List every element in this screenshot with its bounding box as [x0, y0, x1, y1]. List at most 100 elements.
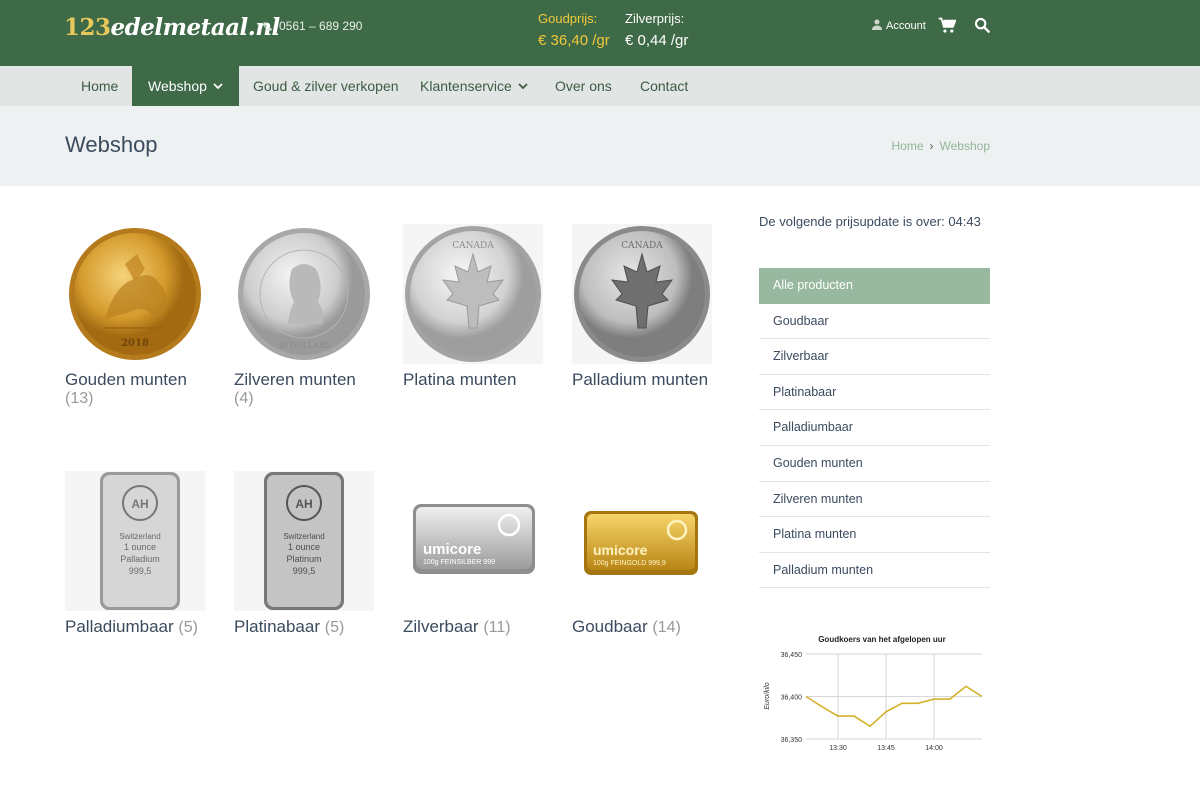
user-icon	[872, 19, 882, 30]
bar-brand: umicore	[423, 541, 481, 558]
phone-number[interactable]: 0561 – 689 290	[262, 19, 362, 33]
bar-text-line: 100g FEINGOLD 999,9	[593, 560, 666, 567]
svg-text:AH: AH	[131, 497, 148, 511]
nav-klantenservice[interactable]: Klantenservice	[404, 66, 544, 106]
chart-x-tick-label: 13:30	[829, 745, 847, 752]
product-name-line: Zilverbaar (11)	[403, 617, 548, 637]
gold-price: Goudprijs: € 36,40 /gr	[538, 11, 610, 49]
category-item-goudbaar[interactable]: Goudbaar	[759, 304, 990, 340]
coin-country: CANADA	[452, 241, 494, 251]
nav-home[interactable]: Home	[65, 66, 134, 106]
product-name: Platinabaar	[234, 617, 321, 636]
product-name: Zilveren munten	[234, 370, 356, 389]
chart-y-tick-label: 36,450	[781, 652, 803, 659]
nav-klantenservice-label: Klantenservice	[420, 78, 512, 94]
breadcrumb-current: Webshop	[939, 139, 990, 153]
product-goudbaar[interactable]: umicore 100g FEINGOLD 999,9 Goudbaar (14…	[572, 471, 717, 637]
category-item-alle-producten[interactable]: Alle producten	[759, 268, 990, 304]
nav-over-ons-label: Over ons	[555, 78, 612, 94]
platinum-bar-icon: AH Switzerland 1 ounce Platinum 999,5	[234, 471, 374, 611]
category-item-palladium-munten[interactable]: Palladium munten	[759, 553, 990, 589]
coin-year: 2018	[121, 338, 149, 349]
phone-text: 0561 – 689 290	[279, 19, 363, 33]
gold-coin-icon: 2018	[69, 228, 201, 360]
product-count: (14)	[652, 619, 681, 636]
product-name: Palladiumbaar	[65, 617, 174, 636]
product-count: (4)	[234, 390, 254, 407]
cart-icon	[938, 17, 957, 33]
product-count: (5)	[324, 619, 345, 636]
product-gouden-munten[interactable]: 2018 Gouden munten (13)	[65, 224, 210, 408]
bar-text-line: Switzerland	[283, 532, 324, 541]
bar-brand: umicore	[593, 542, 648, 558]
bar-text-line: 999,5	[293, 566, 316, 576]
product-platina-munten[interactable]: CANADA Platina munten	[403, 224, 548, 390]
chart-x-tick-label: 13:45	[877, 745, 895, 752]
nav-over-ons[interactable]: Over ons	[539, 66, 628, 106]
nav-contact[interactable]: Contact	[624, 66, 704, 106]
category-item-platinabaar[interactable]: Platinabaar	[759, 375, 990, 411]
palladium-coin-icon: CANADA	[572, 224, 712, 364]
breadcrumb-home[interactable]: Home	[892, 139, 924, 153]
product-name: Palladium munten	[572, 370, 709, 389]
product-palladiumbaar[interactable]: AH Switzerland 1 ounce Palladium 999,5 P…	[65, 471, 210, 637]
product-count: (13)	[65, 390, 94, 407]
chart-y-tick-label: 36,400	[781, 695, 803, 702]
bar-text-line: 100g FEINSILBER 999	[423, 559, 495, 566]
page-header: Webshop Home › Webshop	[0, 106, 1200, 186]
chevron-down-icon	[518, 83, 528, 90]
category-item-zilverbaar[interactable]: Zilverbaar	[759, 339, 990, 375]
phone-icon	[263, 22, 272, 31]
product-zilveren-munten[interactable]: 30 DOLLARS Zilveren munten (4)	[234, 224, 379, 408]
logo-text: edelmetaal.nl	[110, 14, 281, 41]
account-link[interactable]: Account	[872, 19, 926, 32]
main-nav: Home Webshop Goud & zilver verkopen Klan…	[0, 66, 1200, 106]
cart-button[interactable]	[938, 17, 957, 39]
coin-country: CANADA	[621, 241, 663, 251]
product-name-line: Goudbaar (14)	[572, 617, 717, 637]
gold-price-chart: Goudkoers van het afgelopen uur Euro/kil…	[764, 635, 983, 752]
product-zilverbaar[interactable]: umicore 100g FEINSILBER 999 Zilverbaar (…	[403, 471, 548, 637]
site-logo[interactable]: 123edelmetaal.nl	[64, 14, 280, 41]
category-item-palladiumbaar[interactable]: Palladiumbaar	[759, 410, 990, 446]
search-button[interactable]	[974, 17, 990, 38]
platinum-coin-icon: CANADA	[403, 224, 543, 364]
nav-home-label: Home	[81, 78, 119, 94]
product-name: Platina munten	[403, 370, 517, 389]
silver-price-label: Zilverprijs:	[625, 11, 685, 26]
product-name-line: Platinabaar (5)	[234, 617, 379, 637]
gold-bar-icon: umicore 100g FEINGOLD 999,9	[584, 511, 698, 575]
product-count: (11)	[483, 619, 511, 636]
bar-text-line: Palladium	[120, 554, 160, 564]
nav-contact-label: Contact	[640, 78, 689, 94]
bar-text-line: Switzerland	[119, 532, 160, 541]
silver-price-value: € 0,44 /gr	[625, 32, 689, 49]
logo-number: 123	[64, 14, 111, 41]
gold-price-value: € 36,40 /gr	[538, 32, 610, 49]
product-name: Goudbaar	[572, 617, 648, 636]
silver-price: Zilverprijs: € 0,44 /gr	[625, 11, 688, 49]
chart-y-tick-label: 36,350	[781, 737, 803, 744]
nav-webshop[interactable]: Webshop	[132, 66, 239, 106]
category-item-zilveren-munten[interactable]: Zilveren munten	[759, 482, 990, 518]
silver-coin-icon: 30 DOLLARS	[238, 228, 370, 360]
breadcrumb: Home › Webshop	[892, 139, 991, 153]
product-name: Zilverbaar	[403, 617, 479, 636]
account-label: Account	[886, 20, 926, 32]
nav-verkopen-label: Goud & zilver verkopen	[253, 78, 399, 94]
bar-text-line: 1 ounce	[288, 542, 320, 552]
bar-text-line: 1 ounce	[124, 542, 156, 552]
nav-verkopen[interactable]: Goud & zilver verkopen	[237, 66, 415, 106]
category-item-platina-munten[interactable]: Platina munten	[759, 517, 990, 553]
product-palladium-munten[interactable]: CANADA Palladium munten	[572, 224, 717, 390]
category-item-gouden-munten[interactable]: Gouden munten	[759, 446, 990, 482]
svg-text:AH: AH	[295, 497, 312, 511]
breadcrumb-chevron-icon: ›	[929, 139, 934, 153]
chevron-down-icon	[213, 83, 223, 90]
product-platinabaar[interactable]: AH Switzerland 1 ounce Platinum 999,5 Pl…	[234, 471, 379, 637]
nav-webshop-label: Webshop	[148, 78, 207, 94]
chart-series-line	[805, 685, 983, 728]
product-count: (5)	[178, 619, 198, 636]
chart-title: Goudkoers van het afgelopen uur	[818, 635, 946, 644]
product-name-line: Palladiumbaar (5)	[65, 617, 210, 637]
